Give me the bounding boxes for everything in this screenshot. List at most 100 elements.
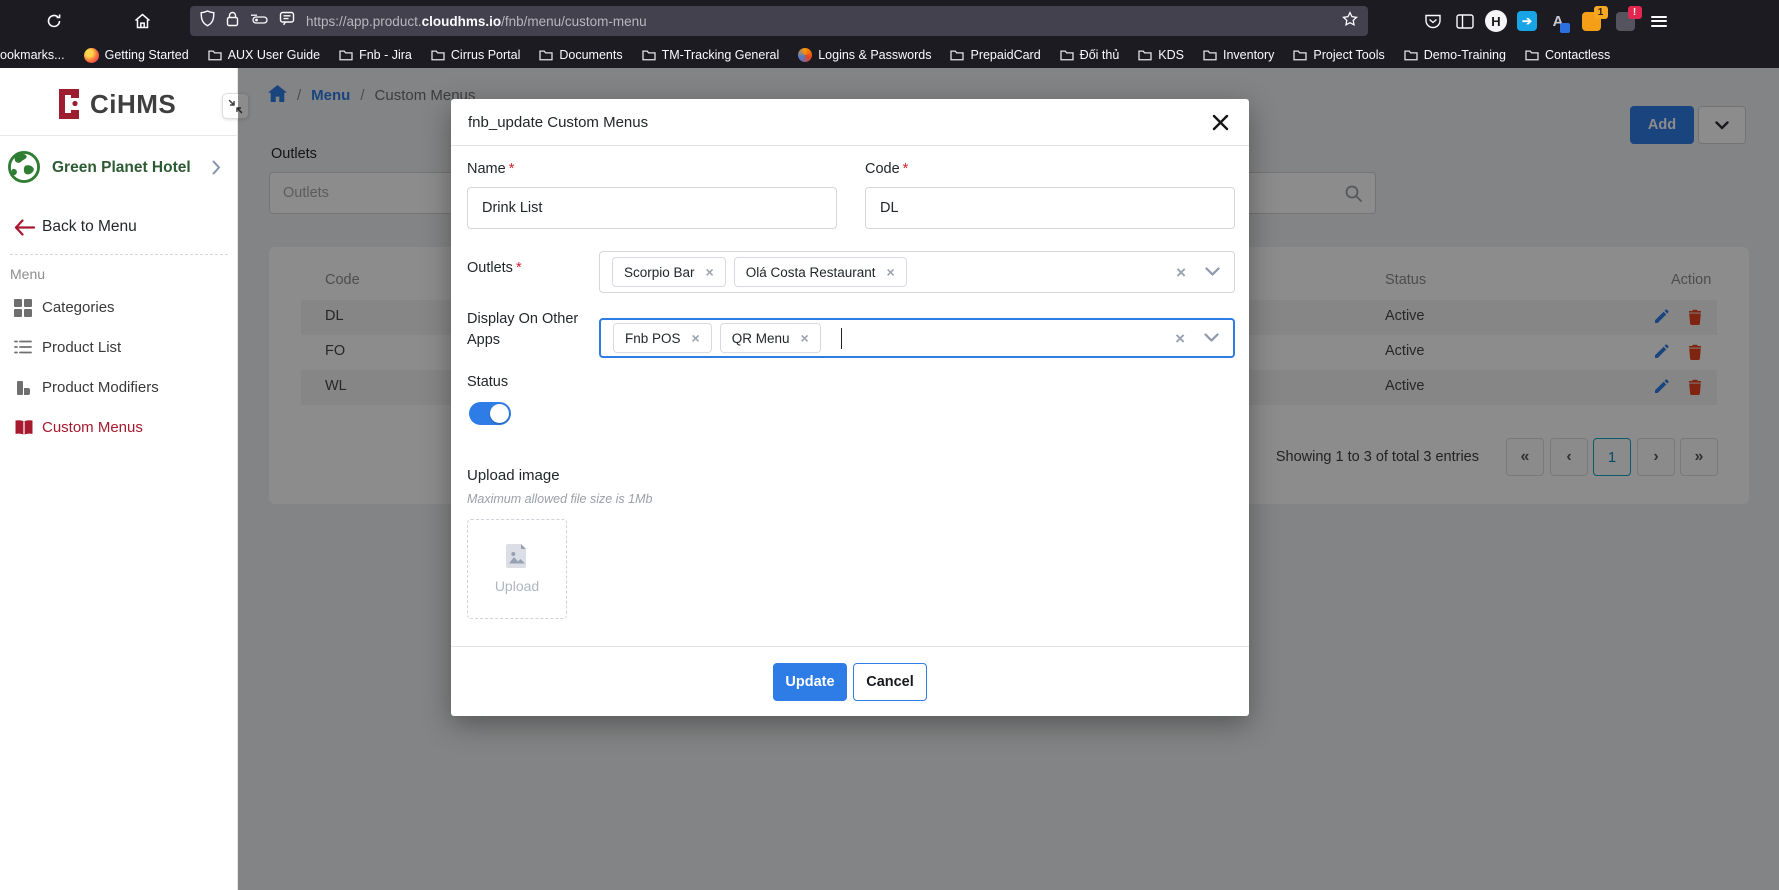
folder-icon bbox=[431, 49, 445, 61]
url-bar[interactable]: https://app.product.cloudhms.io/fnb/menu… bbox=[190, 6, 1368, 36]
remove-tag-icon[interactable]: × bbox=[692, 330, 700, 346]
mug-icon bbox=[14, 379, 32, 402]
display-on-other-apps-label: Display On Other Apps bbox=[467, 309, 579, 351]
url-text: https://app.product.cloudhms.io/fnb/menu… bbox=[306, 14, 647, 29]
app-tag: QR Menu× bbox=[720, 323, 821, 353]
grid-icon bbox=[14, 299, 32, 322]
update-button[interactable]: Update bbox=[773, 663, 847, 701]
image-file-icon bbox=[506, 544, 528, 568]
bookmark-item[interactable]: Cirrus Portal bbox=[431, 48, 520, 62]
lock-icon[interactable] bbox=[226, 11, 239, 32]
hotel-selector[interactable]: Green Planet Hotel bbox=[0, 146, 238, 192]
chevron-down-icon[interactable] bbox=[1204, 333, 1219, 343]
sidebar-toggle-icon[interactable] bbox=[1452, 8, 1478, 34]
bookmark-item[interactable]: ookmarks... bbox=[0, 48, 65, 62]
upload-note: Maximum allowed file size is 1Mb bbox=[467, 492, 652, 506]
folder-icon bbox=[1293, 49, 1307, 61]
profile-avatar[interactable]: H bbox=[1483, 8, 1509, 34]
close-icon[interactable] bbox=[1208, 110, 1232, 134]
modal-title: fnb_update Custom Menus bbox=[468, 114, 648, 131]
main-content: / Menu / Custom Menus Add Outlets Outlet… bbox=[238, 68, 1779, 890]
folder-icon bbox=[539, 49, 553, 61]
globe-icon bbox=[5, 148, 43, 191]
clear-selection-icon[interactable]: × bbox=[1175, 330, 1185, 347]
divider bbox=[0, 135, 238, 136]
chevron-right-icon bbox=[212, 160, 221, 180]
remove-tag-icon[interactable]: × bbox=[887, 264, 895, 280]
divider bbox=[10, 254, 228, 255]
bookmark-item[interactable]: Project Tools bbox=[1293, 48, 1384, 62]
notification-icon[interactable] bbox=[279, 11, 295, 31]
folder-icon bbox=[1203, 49, 1217, 61]
bookmark-item[interactable]: Contactless bbox=[1525, 48, 1610, 62]
back-label: Back to Menu bbox=[42, 218, 137, 236]
code-field[interactable] bbox=[865, 187, 1235, 229]
folder-icon bbox=[950, 49, 964, 61]
outlet-tag: Olá Costa Restaurant× bbox=[734, 257, 907, 287]
extension-alert-icon[interactable]: ! bbox=[1612, 8, 1638, 34]
bookmark-item[interactable]: Getting Started bbox=[84, 48, 189, 63]
home-icon[interactable] bbox=[128, 7, 156, 35]
folder-icon bbox=[1060, 49, 1074, 61]
sidebar-item-label: Categories bbox=[42, 299, 115, 316]
menu-section-label: Menu bbox=[10, 266, 45, 282]
back-to-menu[interactable]: Back to Menu bbox=[0, 216, 238, 240]
clear-selection-icon[interactable]: × bbox=[1176, 264, 1186, 281]
outlets-multiselect[interactable]: Scorpio Bar× Olá Costa Restaurant× × bbox=[599, 251, 1235, 293]
folder-icon bbox=[339, 49, 353, 61]
bookmark-item[interactable]: PrepaidCard bbox=[950, 48, 1040, 62]
bookmark-item[interactable]: Đối thủ bbox=[1060, 48, 1120, 62]
sidebar-item-product-list[interactable]: Product List bbox=[0, 336, 238, 362]
sidebar-item-product-modifiers[interactable]: Product Modifiers bbox=[0, 376, 238, 402]
upload-button-label: Upload bbox=[495, 578, 539, 594]
passwords-icon bbox=[798, 48, 812, 62]
extension-blue-icon[interactable]: ➔ bbox=[1514, 8, 1540, 34]
remove-tag-icon[interactable]: × bbox=[706, 264, 714, 280]
cihms-logo-icon bbox=[56, 88, 82, 125]
translate-icon[interactable]: A bbox=[1545, 8, 1571, 34]
status-label: Status bbox=[467, 374, 508, 390]
bookmark-star-icon[interactable] bbox=[1342, 11, 1358, 32]
app-logo: CiHMS bbox=[0, 86, 238, 124]
code-label: Code* bbox=[865, 161, 908, 177]
reload-icon[interactable] bbox=[40, 7, 68, 35]
browser-toolbar: https://app.product.cloudhms.io/fnb/menu… bbox=[0, 0, 1779, 42]
menu-hamburger-icon[interactable] bbox=[1646, 8, 1672, 34]
shield-icon[interactable] bbox=[200, 10, 215, 32]
app-tag: Fnb POS× bbox=[613, 323, 712, 353]
permissions-icon[interactable] bbox=[250, 12, 268, 30]
bookmark-item[interactable]: Inventory bbox=[1203, 48, 1274, 62]
folder-icon bbox=[642, 49, 656, 61]
remove-tag-icon[interactable]: × bbox=[801, 330, 809, 346]
back-arrow-icon bbox=[14, 219, 36, 236]
folder-icon bbox=[1138, 49, 1152, 61]
upload-dropzone[interactable]: Upload bbox=[467, 519, 567, 619]
sidebar-item-categories[interactable]: Categories bbox=[0, 296, 238, 322]
bookmark-item[interactable]: TM-Tracking General bbox=[642, 48, 780, 62]
name-field[interactable] bbox=[467, 187, 837, 229]
logo-text: CiHMS bbox=[90, 89, 176, 120]
display-apps-multiselect[interactable]: Fnb POS× QR Menu× × bbox=[599, 318, 1235, 358]
extension-orange-icon[interactable]: 1 bbox=[1578, 8, 1604, 34]
hotel-name: Green Planet Hotel bbox=[52, 159, 191, 177]
firefox-icon bbox=[84, 48, 99, 63]
list-icon bbox=[14, 339, 32, 360]
bookmark-item[interactable]: AUX User Guide bbox=[208, 48, 320, 62]
bookmark-item[interactable]: Documents bbox=[539, 48, 622, 62]
book-icon bbox=[14, 419, 34, 441]
name-label: Name* bbox=[467, 161, 514, 177]
text-cursor bbox=[841, 328, 843, 349]
bookmark-item[interactable]: Demo-Training bbox=[1404, 48, 1506, 62]
sidebar: CiHMS Green Planet Hotel Back to Menu Me… bbox=[0, 68, 238, 890]
bookmark-item[interactable]: Fnb - Jira bbox=[339, 48, 412, 62]
bookmark-item[interactable]: KDS bbox=[1138, 48, 1184, 62]
pocket-icon[interactable] bbox=[1420, 8, 1446, 34]
chevron-down-icon[interactable] bbox=[1205, 267, 1220, 277]
status-toggle[interactable] bbox=[469, 402, 511, 425]
cancel-button[interactable]: Cancel bbox=[853, 663, 927, 701]
sidebar-item-label: Product Modifiers bbox=[42, 379, 159, 396]
sidebar-item-custom-menus[interactable]: Custom Menus bbox=[0, 416, 238, 442]
folder-icon bbox=[1525, 49, 1539, 61]
folder-icon bbox=[1404, 49, 1418, 61]
bookmark-item[interactable]: Logins & Passwords bbox=[798, 48, 931, 62]
